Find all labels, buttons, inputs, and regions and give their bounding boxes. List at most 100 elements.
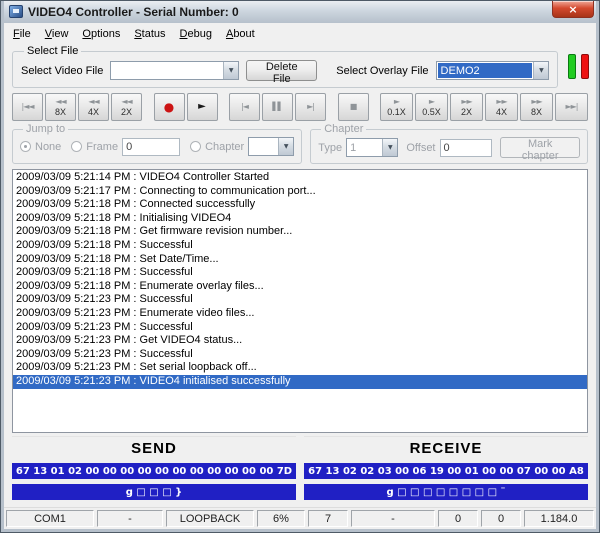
menu-bar: File View Options Status Debug About xyxy=(4,23,596,44)
chevron-down-icon: ▼ xyxy=(284,143,289,150)
transport-step-group: |◄ ▌▌ ►| xyxy=(229,93,326,121)
log-line[interactable]: 2009/03/09 5:21:17 PM : Connecting to co… xyxy=(13,185,587,199)
log-list[interactable]: 2009/03/09 5:21:14 PM : VIDEO4 Controlle… xyxy=(12,169,588,433)
menu-status[interactable]: Status xyxy=(127,25,172,43)
transport-skip-end-button[interactable]: ►►| xyxy=(555,93,588,121)
select-file-group: Select File Select Video File ▼ Delete F… xyxy=(12,45,558,88)
jump-none-radio[interactable] xyxy=(20,141,31,152)
select-video-file-label: Select Video File xyxy=(21,65,103,77)
comm-panels: SEND 67 13 01 02 00 00 00 00 00 00 00 00… xyxy=(12,436,588,500)
menu-file[interactable]: File xyxy=(6,25,38,43)
send-title: SEND xyxy=(12,438,296,458)
select-overlay-file-combo[interactable]: DEMO2 ▼ xyxy=(436,61,550,80)
transport-rewind-2x-button[interactable]: ◄◄2X xyxy=(111,93,142,121)
stop-icon: ■ xyxy=(350,102,357,112)
log-line[interactable]: 2009/03/09 5:21:18 PM : Initialising VID… xyxy=(13,212,587,226)
status-percent: 6% xyxy=(257,510,305,527)
log-line[interactable]: 2009/03/09 5:21:18 PM : Set Date/Time... xyxy=(13,253,587,267)
log-line[interactable]: 2009/03/09 5:21:18 PM : Successful xyxy=(13,266,587,280)
jump-frame-input[interactable]: 0 xyxy=(122,138,180,156)
jump-to-group-title: Jump to xyxy=(23,123,68,135)
chevron-down-icon: ▼ xyxy=(388,144,393,151)
video-combo-dropdown-button[interactable]: ▼ xyxy=(223,62,238,79)
step-forward-icon: ►| xyxy=(307,102,314,112)
jump-frame-radio[interactable] xyxy=(71,141,82,152)
log-line[interactable]: 2009/03/09 5:21:18 PM : Successful xyxy=(13,239,587,253)
delete-file-button[interactable]: Delete File xyxy=(246,60,317,81)
transport-record-play-group: ● ► xyxy=(154,93,218,121)
red-indicator xyxy=(581,54,589,79)
fast-forward-icon: ►► xyxy=(496,97,506,107)
log-line[interactable]: 2009/03/09 5:21:23 PM : Successful xyxy=(13,293,587,307)
transport-forward-0-5x-button[interactable]: ►0.5X xyxy=(415,93,448,121)
transport-forward-8x-button[interactable]: ►►8X xyxy=(520,93,553,121)
chapter-group: Chapter Type 1 ▼ Offset 0 Mark chapter xyxy=(310,123,588,164)
status-indicators xyxy=(568,54,589,79)
chapter-type-combo[interactable]: 1 ▼ xyxy=(346,138,398,157)
transport-record-button[interactable]: ● xyxy=(154,93,185,121)
transport-forward-0-1x-button[interactable]: ►0.1X xyxy=(380,93,413,121)
menu-debug[interactable]: Debug xyxy=(173,25,219,43)
chapter-type-dropdown-button[interactable]: ▼ xyxy=(382,139,397,156)
transport-step-back-button[interactable]: |◄ xyxy=(229,93,260,121)
transport-rewind-4x-button[interactable]: ◄◄4X xyxy=(78,93,109,121)
log-line[interactable]: 2009/03/09 5:21:18 PM : Get firmware rev… xyxy=(13,225,587,239)
forward-icon: ► xyxy=(394,97,399,107)
status-version: 1.184.0 xyxy=(524,510,594,527)
chevron-down-icon: ▼ xyxy=(539,67,544,74)
rewind-icon: ◄◄ xyxy=(121,97,131,107)
rewind-icon: ◄◄ xyxy=(88,97,98,107)
overlay-combo-dropdown-button[interactable]: ▼ xyxy=(533,62,548,79)
chapter-type-label: Type xyxy=(318,142,342,154)
step-back-icon: |◄ xyxy=(241,102,248,112)
menu-view[interactable]: View xyxy=(38,25,76,43)
menu-about[interactable]: About xyxy=(219,25,262,43)
log-line-selected[interactable]: 2009/03/09 5:21:23 PM : VIDEO4 initialis… xyxy=(13,375,587,389)
jump-chapter-label: Chapter xyxy=(205,141,244,153)
log-line[interactable]: 2009/03/09 5:21:23 PM : Get VIDEO4 statu… xyxy=(13,334,587,348)
transport-step-forward-button[interactable]: ►| xyxy=(295,93,326,121)
transport-skip-start-button[interactable]: |◄◄ xyxy=(12,93,43,121)
send-ascii-display: g □ □ □ } xyxy=(12,484,296,500)
jump-none-label: None xyxy=(35,141,61,153)
transport-rewind-8x-button[interactable]: ◄◄8X xyxy=(45,93,76,121)
log-line[interactable]: 2009/03/09 5:21:23 PM : Successful xyxy=(13,321,587,335)
chapter-offset-input[interactable]: 0 xyxy=(440,139,493,157)
receive-title: RECEIVE xyxy=(304,438,588,458)
log-line[interactable]: 2009/03/09 5:21:23 PM : Set serial loopb… xyxy=(13,361,587,375)
select-video-file-combo[interactable]: ▼ xyxy=(110,61,239,80)
fast-forward-icon: ►► xyxy=(531,97,541,107)
transport-forward-group: ►0.1X ►0.5X ►►2X ►►4X ►►8X ►►| xyxy=(380,93,588,121)
select-overlay-file-value: DEMO2 xyxy=(438,63,533,78)
close-icon: × xyxy=(568,4,577,15)
status-field-6: - xyxy=(351,510,435,527)
receive-hex-display: 67 13 02 02 03 00 06 19 00 01 00 00 07 0… xyxy=(304,463,588,479)
log-line[interactable]: 2009/03/09 5:21:18 PM : Connected succes… xyxy=(13,198,587,212)
transport-forward-4x-button[interactable]: ►►4X xyxy=(485,93,518,121)
status-count: 7 xyxy=(308,510,348,527)
transport-pause-button[interactable]: ▌▌ xyxy=(262,93,293,121)
log-line[interactable]: 2009/03/09 5:21:14 PM : VIDEO4 Controlle… xyxy=(13,171,587,185)
jump-chapter-combo[interactable]: ▼ xyxy=(248,137,294,156)
send-panel: SEND 67 13 01 02 00 00 00 00 00 00 00 00… xyxy=(12,436,296,500)
close-button[interactable]: × xyxy=(552,1,594,18)
status-zero-1: 0 xyxy=(438,510,478,527)
log-line[interactable]: 2009/03/09 5:21:23 PM : Successful xyxy=(13,348,587,362)
transport-stop-button[interactable]: ■ xyxy=(338,93,369,121)
log-line[interactable]: 2009/03/09 5:21:23 PM : Enumerate video … xyxy=(13,307,587,321)
jump-chapter-dropdown-button[interactable]: ▼ xyxy=(278,138,293,155)
mark-chapter-button[interactable]: Mark chapter xyxy=(500,137,580,158)
select-overlay-file-label: Select Overlay File xyxy=(336,65,428,77)
status-com-port: COM1 xyxy=(6,510,94,527)
menu-options[interactable]: Options xyxy=(75,25,127,43)
record-icon: ● xyxy=(164,101,174,113)
chapter-offset-label: Offset xyxy=(406,142,435,154)
transport-play-button[interactable]: ► xyxy=(187,93,218,121)
transport-forward-2x-button[interactable]: ►►2X xyxy=(450,93,483,121)
select-file-group-title: Select File xyxy=(24,45,81,57)
status-zero-2: 0 xyxy=(481,510,521,527)
skip-start-icon: |◄◄ xyxy=(22,102,34,112)
jump-chapter-radio[interactable] xyxy=(190,141,201,152)
log-line[interactable]: 2009/03/09 5:21:18 PM : Enumerate overla… xyxy=(13,280,587,294)
transport-controls: |◄◄ ◄◄8X ◄◄4X ◄◄2X ● ► |◄ ▌▌ ►| ■ ►0.1X … xyxy=(4,91,596,123)
